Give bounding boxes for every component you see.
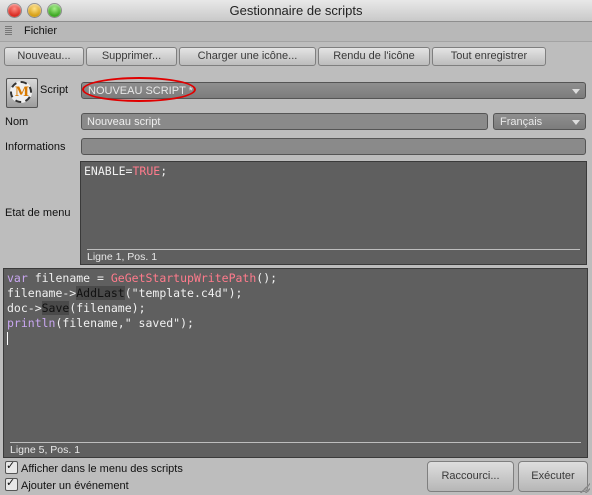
new-script-button[interactable]: Nouveau... [4,47,84,66]
code-line: println(filename," saved"); [7,316,194,330]
resize-grip-icon[interactable] [580,483,590,493]
title-bar: Gestionnaire de scripts [0,0,592,22]
code-line: doc->Save(filename); [7,301,146,315]
menu-state-label: Etat de menu [5,207,71,219]
name-label: Nom [5,116,29,128]
code-line [7,331,587,346]
code-line: filename->AddLast("template.c4d"); [7,286,243,300]
shortcut-button[interactable]: Raccourci... [427,461,514,492]
window-title: Gestionnaire de scripts [229,3,363,18]
add-event-label: Ajouter un événement [21,480,129,492]
execute-button[interactable]: Exécuter [518,461,588,492]
load-icon-button[interactable]: Charger une icône... [179,47,316,66]
render-icon-button[interactable]: Rendu de l'icône [318,47,430,66]
show-in-menu-checkbox[interactable]: Afficher dans le menu des scripts [5,459,183,475]
grip-icon [5,26,12,36]
menu-bar: Fichier [0,22,592,42]
menu-file[interactable]: Fichier [24,25,57,37]
checkbox-checked-icon[interactable] [5,476,18,491]
add-event-checkbox[interactable]: Ajouter un événement [5,476,129,492]
code-line: ENABLE=TRUE; [84,164,168,178]
script-icon[interactable]: M [6,78,38,108]
script-code-editor[interactable]: var filename = GeGetStartupWritePath(); … [3,268,588,458]
show-in-menu-label: Afficher dans le menu des scripts [21,463,183,475]
text-cursor [7,332,8,345]
highlight-annotation [82,77,196,102]
delete-script-button[interactable]: Supprimer... [86,47,177,66]
chevron-down-icon [572,120,580,125]
name-input[interactable]: Nouveau script [81,113,488,130]
language-select[interactable]: Français [493,113,586,130]
menu-state-status: Ligne 1, Pos. 1 [87,249,580,264]
info-input[interactable] [81,138,586,155]
script-label: Script [40,84,69,96]
code-line: var filename = GeGetStartupWritePath(); [7,271,278,285]
code-editor-status: Ligne 5, Pos. 1 [10,442,581,457]
checkbox-checked-icon[interactable] [5,459,18,474]
menu-state-editor[interactable]: ENABLE=TRUE; Ligne 1, Pos. 1 [80,161,587,265]
language-select-value: Français [500,116,543,128]
save-all-button[interactable]: Tout enregistrer [432,47,546,66]
info-label: Informations [5,141,66,153]
chevron-down-icon [572,89,580,94]
